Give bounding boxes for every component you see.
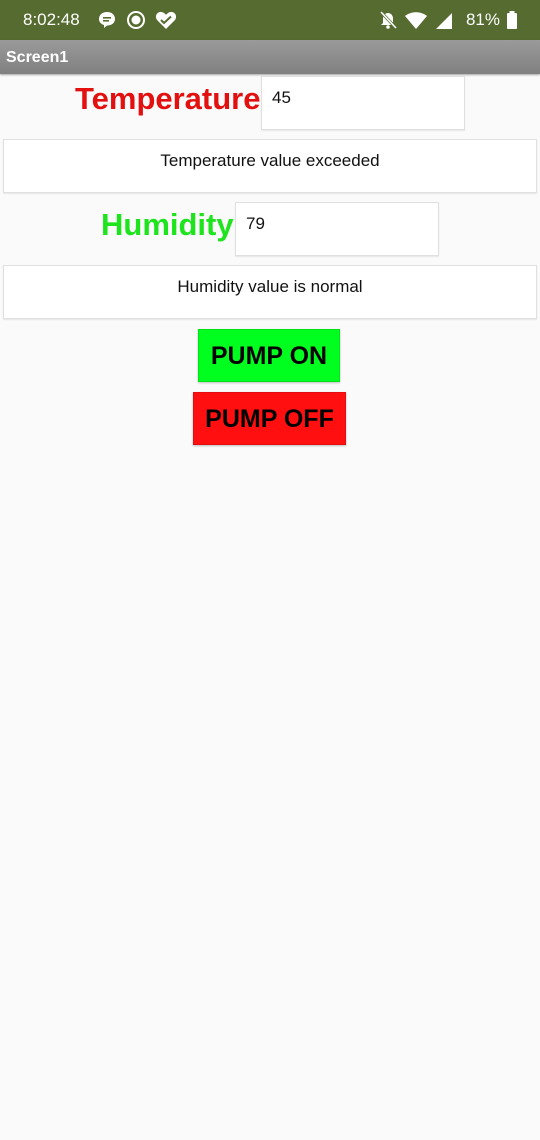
- humidity-message: Humidity value is normal: [3, 265, 537, 319]
- temperature-label: Temperature: [75, 81, 261, 116]
- record-icon: [126, 10, 146, 30]
- status-bar: 8:02:48 81%: [0, 0, 540, 40]
- mute-icon: [378, 10, 398, 30]
- pump-on-button[interactable]: PUMP ON: [198, 329, 340, 382]
- pump-off-button[interactable]: PUMP OFF: [193, 392, 346, 445]
- humidity-value-field[interactable]: 79: [235, 202, 439, 256]
- chat-icon: [97, 10, 117, 30]
- status-time: 8:02:48: [23, 10, 80, 29]
- battery-icon: [506, 10, 518, 30]
- battery-percent: 81%: [465, 10, 500, 29]
- heart-icon: [155, 10, 177, 30]
- system-icons: 81%: [378, 9, 518, 31]
- wifi-icon: [404, 10, 428, 30]
- screen-title: Screen1: [6, 49, 69, 66]
- title-bar: Screen1: [0, 40, 540, 74]
- signal-icon: [434, 10, 454, 30]
- temperature-message: Temperature value exceeded: [3, 139, 537, 193]
- notification-icons: [97, 9, 177, 31]
- temperature-value-field[interactable]: 45: [261, 76, 465, 130]
- humidity-label: Humidity: [101, 207, 234, 242]
